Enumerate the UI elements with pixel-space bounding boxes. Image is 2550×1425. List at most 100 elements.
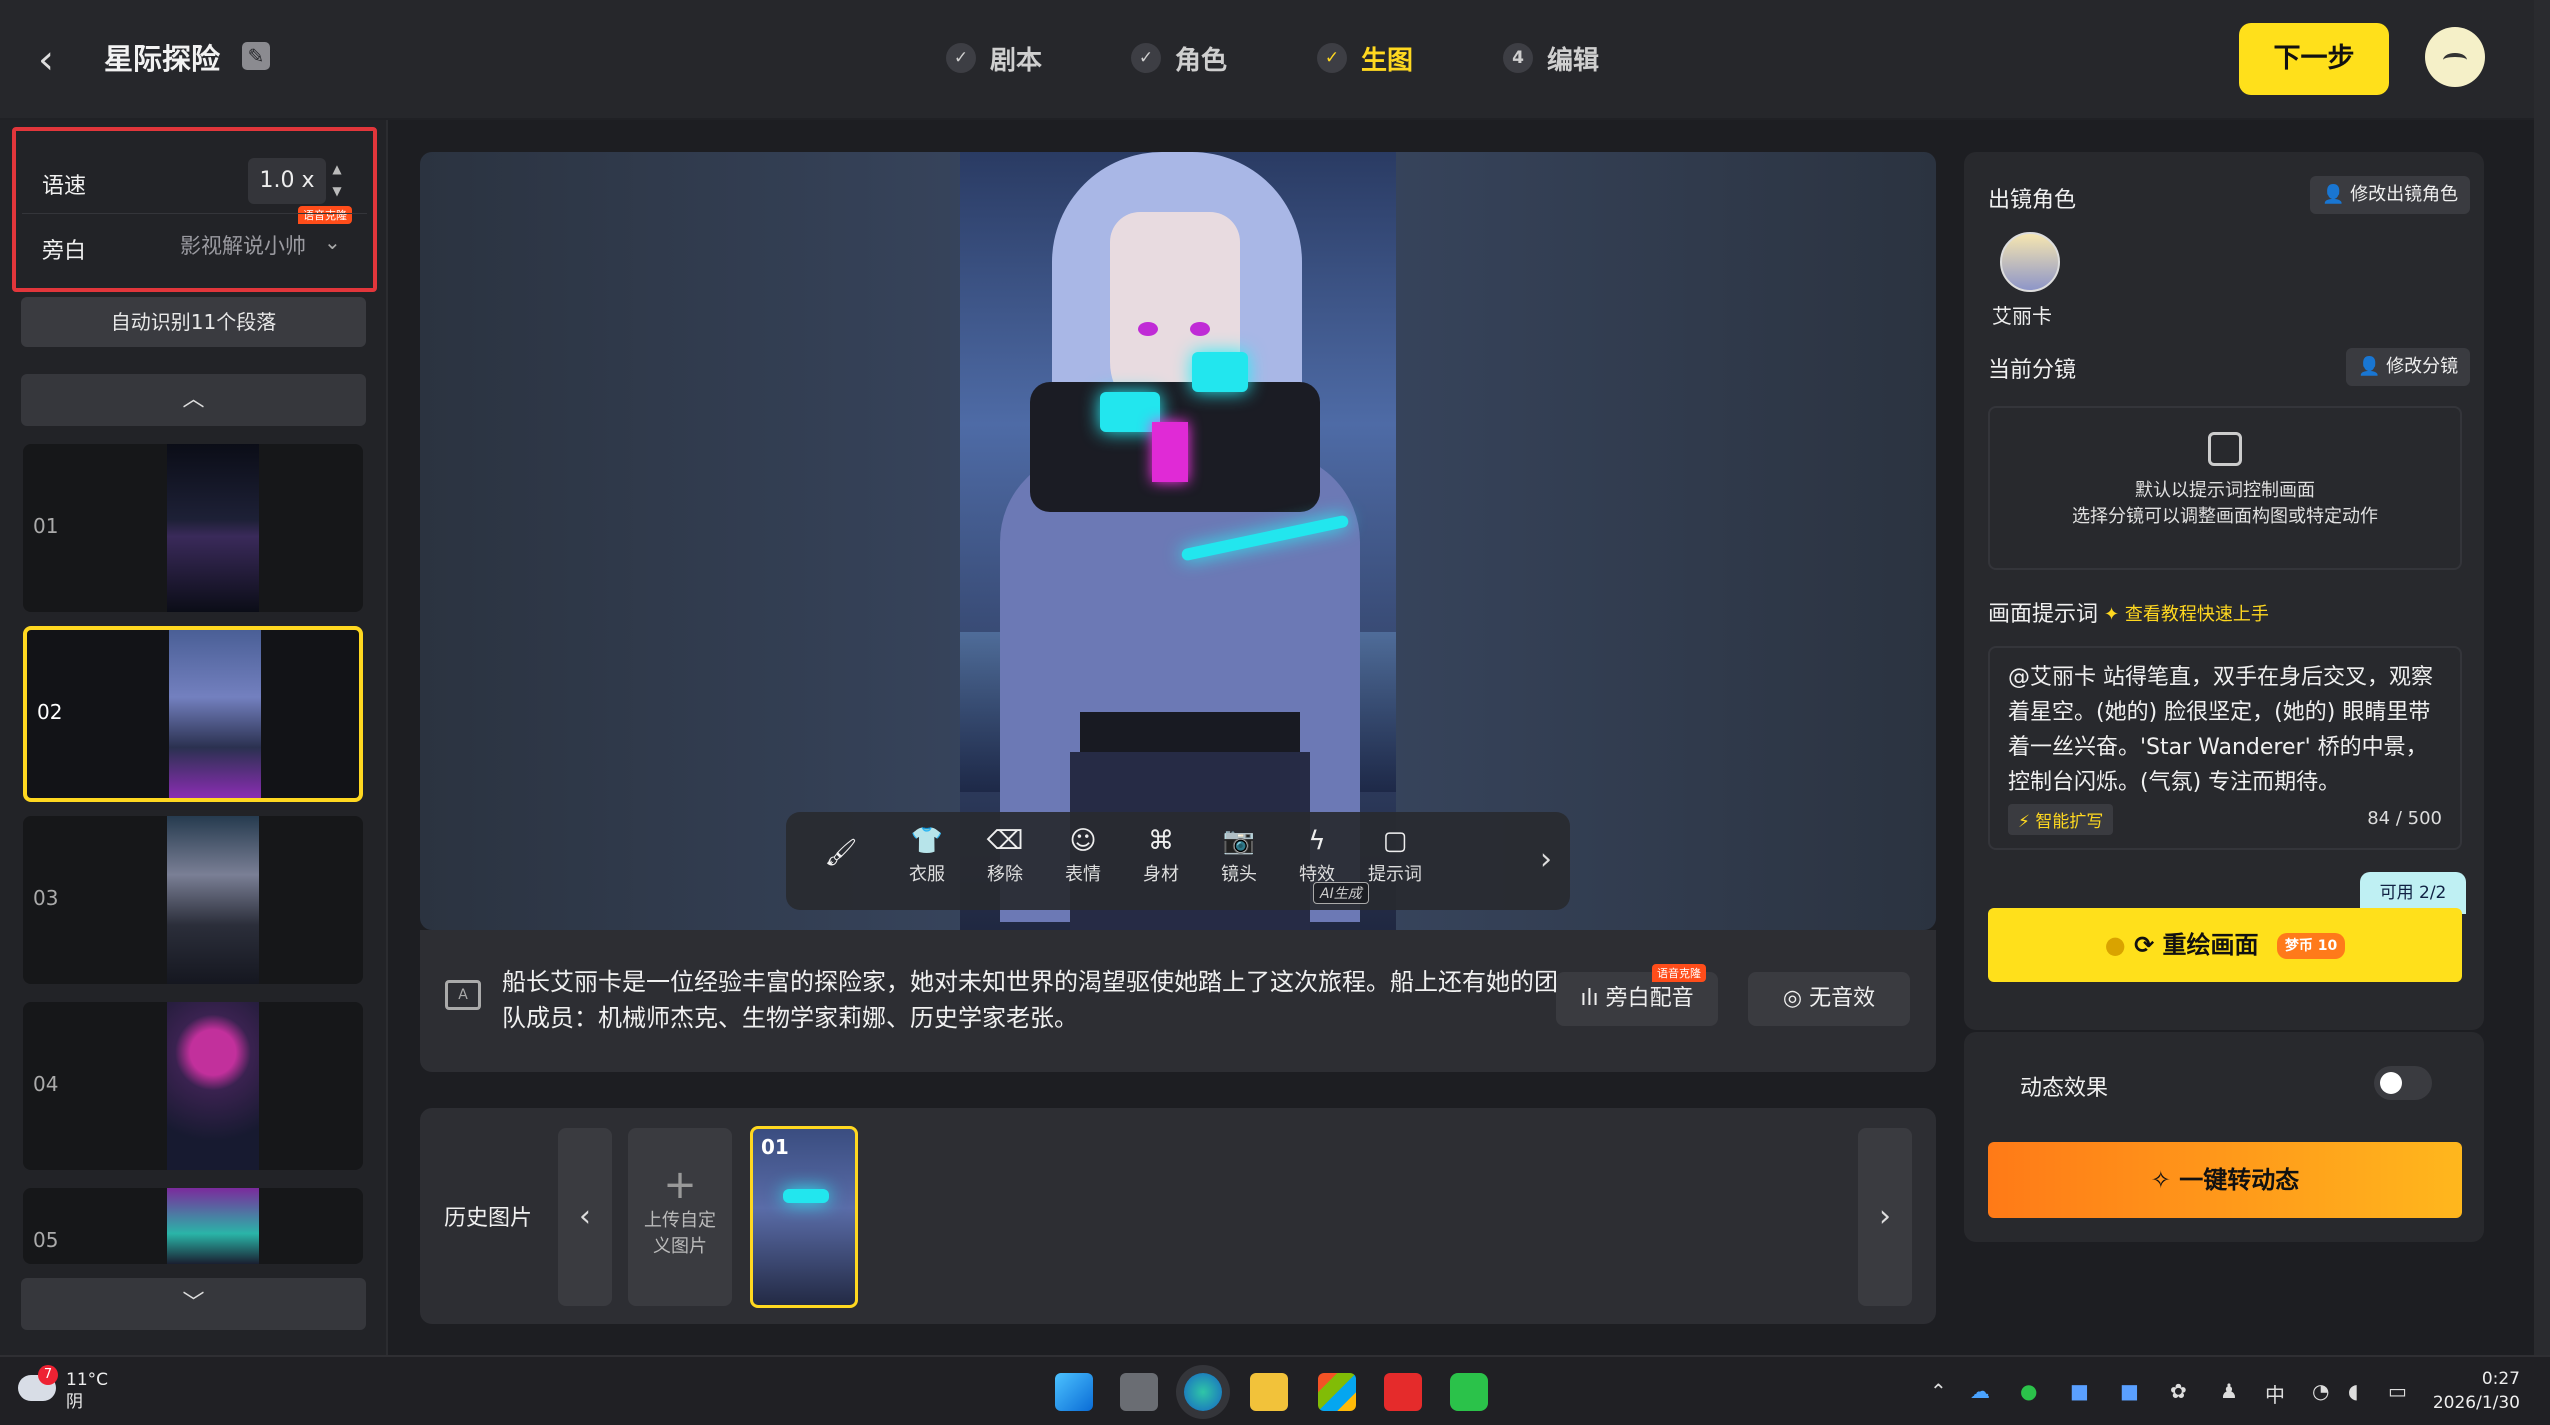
brush-tool[interactable]: 🖌 [806, 838, 876, 872]
tool-expression[interactable]: ☺ 表情 [1048, 826, 1118, 886]
weather-widget[interactable]: 11°C 阴 [66, 1369, 108, 1413]
segment-number: 05 [33, 1228, 59, 1252]
app-tray-icon[interactable]: ■ [2070, 1379, 2089, 1403]
step-generate[interactable]: ✓ 生图 [1317, 38, 1413, 78]
history-panel: 历史图片 ‹ + 上传自定义图片 01 › [420, 1108, 1936, 1324]
dynamic-toggle[interactable] [2374, 1066, 2432, 1100]
quota-label: 可用 [2379, 883, 2414, 903]
segment-thumb[interactable]: 03 [23, 816, 363, 984]
redraw-button[interactable]: ● ⟳ 重绘画面 梦币 10 [1988, 908, 2462, 982]
tool-effects[interactable]: ϟ 特效 [1282, 826, 1352, 886]
qq-icon[interactable]: ♟ [2220, 1379, 2238, 1403]
edit-role-button[interactable]: 👤 修改出镜角色 [2310, 176, 2471, 214]
prompt-input[interactable]: @艾丽卡 站得笔直，双手在身后交叉，观察着星空。(她的) 脸很坚定，(她的) 眼… [1988, 646, 2462, 850]
step-label: 编辑 [1547, 45, 1600, 76]
check-icon: ✓ [1317, 43, 1347, 73]
hint-line-1: 默认以提示词控制画面 [2135, 480, 2315, 501]
shot-selector[interactable]: 默认以提示词控制画面 选择分镜可以调整画面构图或特定动作 [1988, 406, 2462, 570]
tool-label: 提示词 [1368, 864, 1422, 885]
upload-image-button[interactable]: + 上传自定义图片 [628, 1128, 732, 1306]
narrator-select[interactable]: 影视解说小帅 [180, 230, 306, 260]
history-thumb[interactable]: 01 [750, 1126, 858, 1308]
window-scrollbar[interactable] [2534, 0, 2550, 1355]
tool-prompt[interactable]: ▢ 提示词 [1360, 826, 1430, 886]
store-icon[interactable] [1318, 1373, 1356, 1411]
edit-shot-button[interactable]: 👤 修改分镜 [2346, 348, 2471, 386]
auto-detect-button[interactable]: 自动识别11个段落 [21, 297, 366, 347]
wifi-icon[interactable]: ◔ [2312, 1379, 2329, 1403]
smart-expand-label: 智能扩写 [2035, 812, 2104, 832]
windows-start-icon[interactable] [1055, 1373, 1093, 1411]
step-character[interactable]: ✓ 角色 [1131, 38, 1227, 78]
tool-label: 移除 [987, 864, 1023, 885]
history-prev-button[interactable]: ‹ [558, 1128, 612, 1306]
battery-icon[interactable]: ▭ [2388, 1379, 2407, 1403]
temperature: 11°C [66, 1370, 109, 1390]
tool-camera[interactable]: 📷 镜头 [1204, 826, 1274, 886]
tool-remove[interactable]: ⌫ 移除 [970, 826, 1040, 886]
chevron-left-icon: ‹ [579, 1199, 591, 1234]
ime-indicator[interactable]: 中 [2265, 1379, 2285, 1408]
tool-label: 镜头 [1221, 864, 1257, 885]
user-avatar[interactable] [2425, 27, 2485, 87]
scroll-down-button[interactable]: ﹀ [21, 1278, 366, 1330]
smart-expand-button[interactable]: ⚡ 智能扩写 [2008, 804, 2114, 835]
segment-thumb[interactable]: 05 [23, 1188, 363, 1264]
edit-title-icon[interactable]: ✎ [242, 42, 270, 70]
chevron-right-icon[interactable]: › [1540, 842, 1552, 877]
chevron-up-icon[interactable]: ⌃ [1930, 1379, 1947, 1403]
back-icon[interactable]: ‹ [38, 38, 74, 82]
step-label: 生图 [1361, 45, 1414, 76]
prompt-text[interactable]: @艾丽卡 站得笔直，双手在身后交叉，观察着星空。(她的) 脸很坚定，(她的) 眼… [2008, 660, 2438, 800]
prompt-title: 画面提示词 [1988, 602, 2099, 627]
segment-thumb[interactable]: 01 [23, 444, 363, 612]
chevron-down-icon[interactable]: ▼ [327, 180, 347, 202]
thumb-image [167, 816, 259, 984]
thumb-image [167, 1188, 259, 1264]
file-explorer-icon[interactable] [1250, 1373, 1288, 1411]
char-count: 84 / 500 [2367, 808, 2442, 829]
to-dynamic-button[interactable]: ✧ 一键转动态 [1988, 1142, 2462, 1218]
tool-clothes[interactable]: 👕 衣服 [892, 826, 962, 886]
step-script[interactable]: ✓ 剧本 [946, 38, 1042, 78]
segment-thumb[interactable]: 04 [23, 1002, 363, 1170]
wps-icon[interactable] [1384, 1373, 1422, 1411]
wechat-icon[interactable] [1450, 1373, 1488, 1411]
thumb-image [167, 444, 259, 612]
edge-browser-icon[interactable] [1184, 1373, 1222, 1411]
tool-body[interactable]: ⌘ 身材 [1126, 826, 1196, 886]
chevron-up-icon[interactable]: ▲ [327, 158, 347, 180]
upload-label: 上传自定义图片 [644, 1210, 716, 1257]
app-tray-icon[interactable]: ✿ [2170, 1379, 2187, 1403]
properties-panel: 出镜角色 👤 修改出镜角色 艾丽卡 当前分镜 👤 修改分镜 默认以提示词控制画面… [1964, 152, 2484, 1030]
clock[interactable]: 0:27 2026/1/30 [2433, 1367, 2520, 1415]
role-avatar[interactable] [2000, 232, 2060, 292]
tutorial-link[interactable]: ✦ 查看教程快速上手 [2104, 600, 2269, 626]
shirt-icon: 👕 [910, 826, 944, 856]
character-eye [1138, 322, 1158, 336]
onedrive-icon[interactable]: ☁ [1970, 1379, 1990, 1403]
image-toolbar: 🖌 👕 衣服 ⌫ 移除 ☺ 表情 ⌘ 身材 📷 镜头 ϟ 特效 ▢ 提示词 › [786, 812, 1570, 910]
wechat-tray-icon[interactable]: ● [2020, 1379, 2037, 1403]
task-view-icon[interactable] [1120, 1373, 1158, 1411]
app-tray-icon[interactable]: ■ [2120, 1379, 2139, 1403]
history-next-button[interactable]: › [1858, 1128, 1912, 1306]
step-label: 剧本 [990, 45, 1043, 76]
narration-text[interactable]: 船长艾丽卡是一位经验丰富的探险家，她对未知世界的渴望驱使她踏上了这次旅程。船上还… [502, 964, 1572, 1036]
coin-label: 梦币 [2284, 938, 2313, 954]
redraw-label: 重绘画面 [2162, 931, 2259, 959]
to-dynamic-label: 一键转动态 [2179, 1166, 2300, 1194]
speed-stepper[interactable]: ▲ ▼ [327, 158, 347, 204]
sound-effect-button[interactable]: ◎ 无音效 [1748, 972, 1910, 1026]
narrator-label: 旁白 [42, 239, 87, 264]
history-number: 01 [761, 1135, 789, 1159]
project-title: 星际探险 [104, 42, 221, 76]
segment-thumb-selected[interactable]: 02 [23, 626, 363, 802]
scroll-up-button[interactable]: ︿ [21, 374, 366, 426]
volume-icon[interactable]: ◖ [2348, 1379, 2359, 1403]
smile-icon: ☺ [1069, 826, 1097, 856]
step-edit[interactable]: 4 编辑 [1503, 38, 1599, 78]
chevron-down-icon[interactable]: ⌄ [324, 230, 341, 254]
speed-input[interactable]: 1.0 x [248, 158, 326, 204]
next-step-button[interactable]: 下一步 [2239, 23, 2389, 95]
